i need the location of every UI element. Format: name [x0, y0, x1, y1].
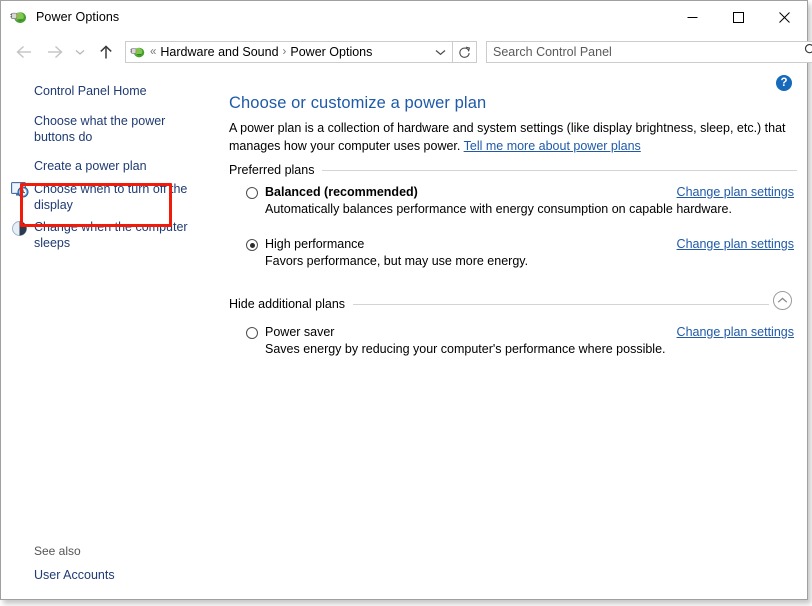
page-title: Choose or customize a power plan — [229, 94, 487, 112]
arrow-right-icon — [47, 45, 63, 59]
radio-power-saver[interactable] — [246, 327, 258, 339]
hide-additional-plans-label[interactable]: Hide additional plans — [229, 297, 353, 311]
preferred-plans-group-header: Preferred plans — [229, 163, 797, 177]
plan-name-high-performance: High performance — [265, 237, 365, 251]
search-input[interactable] — [487, 45, 804, 59]
sidebar-item-choose-when-to-turn-off-display[interactable]: Choose when to turn off the display — [34, 181, 202, 213]
plan-name-balanced: Balanced (recommended) — [265, 185, 418, 199]
back-button[interactable] — [9, 37, 39, 67]
minimize-icon — [687, 16, 697, 18]
main-pane: ? Choose or customize a power plan A pow… — [224, 71, 806, 598]
close-button[interactable] — [761, 1, 807, 33]
chevron-up-icon[interactable] — [773, 291, 792, 310]
forward-button[interactable] — [39, 37, 69, 67]
sidebar-item-control-panel-home[interactable]: Control Panel Home — [34, 83, 147, 99]
plan-description-high-performance: Favors performance, but may use more ene… — [265, 254, 529, 268]
maximize-button[interactable] — [715, 1, 761, 33]
radio-high-performance[interactable] — [246, 239, 258, 251]
moon-icon — [10, 219, 29, 238]
chevron-down-icon — [75, 49, 85, 55]
sidebar-item-create-a-power-plan[interactable]: Create a power plan — [34, 158, 147, 174]
plan-item-power-saver[interactable]: Power saver Saves energy by reducing you… — [246, 325, 794, 356]
refresh-icon — [459, 46, 471, 58]
monitor-clock-icon — [10, 180, 29, 199]
window-title: Power Options — [36, 10, 120, 24]
content-area: Control Panel Home Choose what the power… — [2, 71, 806, 598]
window-controls — [669, 1, 807, 33]
arrow-left-icon — [15, 45, 31, 59]
search-icon[interactable] — [804, 43, 812, 62]
plan-name-power-saver: Power saver — [265, 325, 335, 339]
page-description: A power plan is a collection of hardware… — [229, 119, 789, 155]
power-plug-icon — [10, 8, 28, 26]
power-options-window: Power Options « Hardware and Sound › Pow… — [0, 0, 812, 600]
plan-description-balanced: Automatically balances performance with … — [265, 202, 732, 216]
sidebar-item-choose-what-power-buttons-do[interactable]: Choose what the power buttons do — [34, 113, 174, 145]
see-also-label: See also — [34, 544, 81, 558]
help-icon[interactable]: ? — [776, 75, 792, 91]
plan-item-high-performance[interactable]: High performance Favors performance, but… — [246, 237, 794, 268]
change-plan-settings-power-saver[interactable]: Change plan settings — [677, 325, 794, 339]
arrow-up-icon — [100, 44, 112, 58]
change-plan-settings-balanced[interactable]: Change plan settings — [677, 185, 794, 199]
minimize-button[interactable] — [669, 1, 715, 33]
search-box[interactable] — [486, 41, 812, 63]
plan-item-balanced[interactable]: Balanced (recommended) Automatically bal… — [246, 185, 794, 216]
chevron-down-icon[interactable] — [435, 43, 446, 61]
title-bar: Power Options — [1, 1, 807, 33]
breadcrumb-separator: › — [282, 46, 287, 58]
breadcrumb-item-hardware-and-sound[interactable]: Hardware and Sound — [160, 45, 278, 59]
tell-me-more-link[interactable]: Tell me more about power plans — [464, 139, 641, 153]
preferred-plans-label: Preferred plans — [229, 163, 315, 177]
sidebar-item-user-accounts[interactable]: User Accounts — [34, 568, 115, 582]
maximize-icon — [732, 11, 744, 23]
up-button[interactable] — [91, 37, 121, 67]
radio-balanced[interactable] — [246, 187, 258, 199]
breadcrumb[interactable]: « Hardware and Sound › Power Options — [125, 41, 453, 63]
breadcrumb-item-power-options[interactable]: Power Options — [290, 45, 372, 59]
sidebar-item-change-when-computer-sleeps[interactable]: Change when the computer sleeps — [34, 219, 194, 251]
power-plug-icon — [130, 44, 146, 60]
sidebar: Control Panel Home Choose what the power… — [2, 71, 224, 598]
divider — [353, 303, 769, 305]
recent-locations-button[interactable] — [69, 37, 91, 67]
address-bar: « Hardware and Sound › Power Options — [1, 34, 812, 70]
additional-plans-group-header: Hide additional plans — [229, 297, 769, 311]
refresh-button[interactable] — [453, 41, 477, 63]
change-plan-settings-high-performance[interactable]: Change plan settings — [677, 237, 794, 251]
plan-description-power-saver: Saves energy by reducing your computer's… — [265, 342, 666, 356]
divider — [322, 169, 797, 171]
breadcrumb-overflow[interactable]: « — [150, 46, 156, 58]
close-icon — [778, 11, 790, 23]
